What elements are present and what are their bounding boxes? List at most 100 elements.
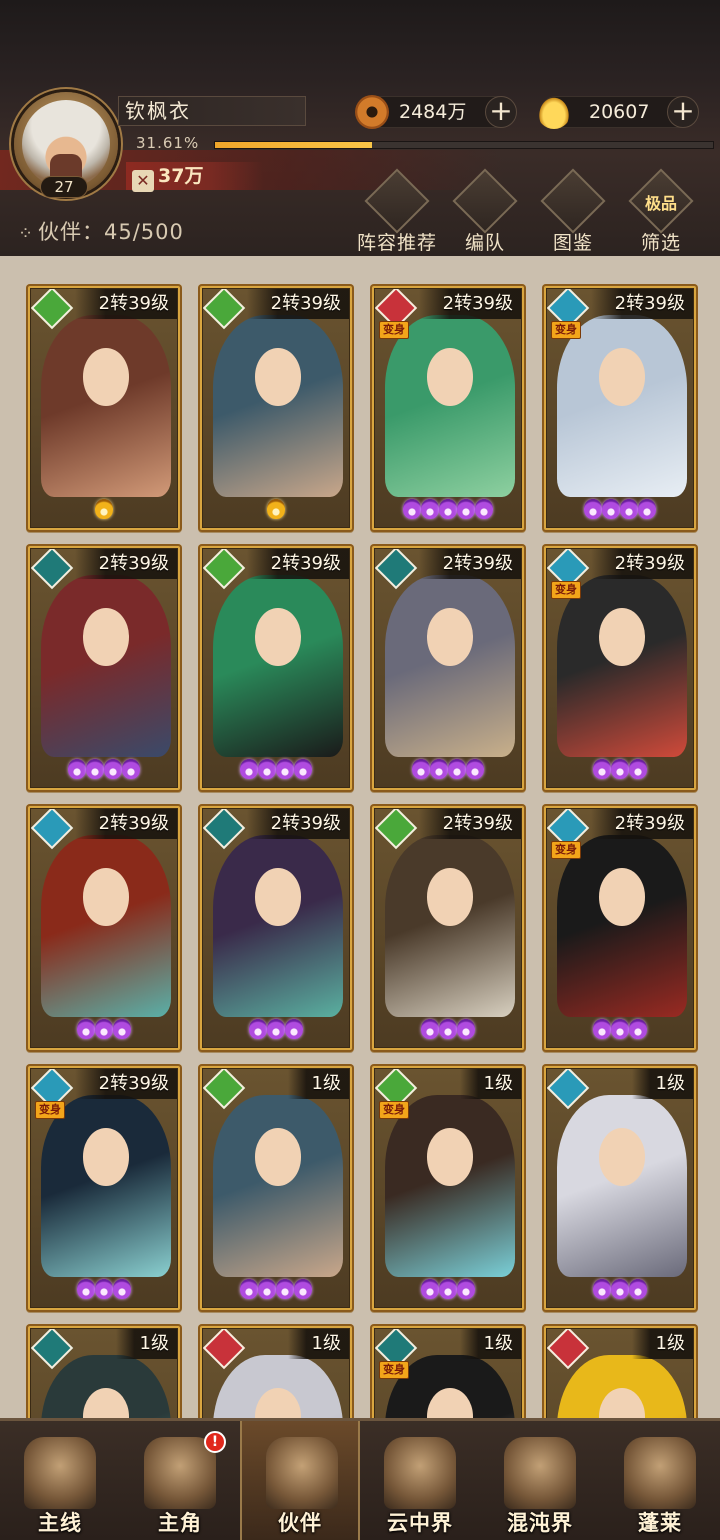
wood-element-icon xyxy=(203,549,246,590)
nav-item-5[interactable]: 蓬莱 xyxy=(600,1421,720,1540)
star-flames xyxy=(203,1019,349,1043)
filter-button[interactable]: 极品 筛选 xyxy=(616,168,706,254)
star-flames xyxy=(31,499,177,523)
nav-item-0[interactable]: 主线 xyxy=(0,1421,120,1540)
flame-star-icon xyxy=(475,499,493,519)
avatar[interactable] xyxy=(22,100,110,188)
partner-card-body: 2转39级 变身 xyxy=(30,1068,178,1308)
partner-card-body: 2转39级 xyxy=(202,808,350,1048)
star-flames xyxy=(31,1279,177,1303)
team-recommend-button[interactable]: 阵容推荐 xyxy=(352,168,442,254)
nav-item-2[interactable]: 伙伴 xyxy=(240,1421,360,1540)
partner-card[interactable]: 2转39级 变身 xyxy=(542,544,698,792)
star-flames xyxy=(31,1019,177,1043)
partner-card[interactable]: 1级 xyxy=(542,1064,698,1312)
partner-card[interactable]: 2转39级 xyxy=(26,804,182,1052)
flame-star-icon xyxy=(104,759,122,779)
partner-grid: 2转39级 2转39级 2转39级 变身 2转39级 变身 2转39级 2转39级 2转39级 2… xyxy=(0,256,720,1418)
wood-element-icon xyxy=(375,809,418,850)
flame-star-icon xyxy=(611,1019,629,1039)
partner-card[interactable]: 2转39级 变身 xyxy=(542,284,698,532)
partner-level: 1级 xyxy=(459,1069,521,1099)
transform-badge: 变身 xyxy=(379,1101,409,1119)
partner-card[interactable]: 2转39级 变身 xyxy=(26,1064,182,1312)
flame-star-icon xyxy=(403,499,421,519)
partner-portrait xyxy=(213,315,343,497)
partner-portrait xyxy=(41,315,171,497)
star-flames xyxy=(375,1279,521,1303)
nav-item-4[interactable]: 混沌界 xyxy=(480,1421,600,1540)
partner-card[interactable]: 2转39级 xyxy=(198,544,354,792)
flame-star-icon xyxy=(430,759,448,779)
formation-flag-icon xyxy=(452,168,518,234)
partner-card[interactable]: 2转39级 xyxy=(370,544,526,792)
partner-card[interactable]: 2转39级 xyxy=(198,804,354,1052)
partner-card-body: 1级变身 xyxy=(374,1068,522,1308)
star-flames xyxy=(375,499,521,523)
partner-card[interactable]: 1级变身 xyxy=(370,1064,526,1312)
partner-count: ⁘ 伙伴：45/500 xyxy=(18,216,184,246)
flame-star-icon xyxy=(421,1279,439,1299)
partner-level: 1级 xyxy=(287,1069,349,1099)
crossed-swords-icon xyxy=(24,1437,96,1509)
partner-card[interactable]: 2转39级 xyxy=(198,284,354,532)
dark-element-icon xyxy=(31,1329,74,1370)
partner-level: 2转39级 xyxy=(74,289,177,319)
partner-portrait xyxy=(557,575,687,757)
cloud-palace-icon xyxy=(384,1437,456,1509)
partner-portrait xyxy=(385,315,515,497)
flame-star-icon xyxy=(421,1019,439,1039)
dark-element-icon xyxy=(375,549,418,590)
flame-star-icon xyxy=(602,499,620,519)
partner-card[interactable]: 1级 xyxy=(198,1064,354,1312)
partner-level: 1级 xyxy=(287,1329,349,1359)
partner-card-body: 1级 变身 xyxy=(374,1328,522,1418)
star-flames xyxy=(547,499,693,523)
partner-level: 2转39级 xyxy=(418,549,521,579)
codex-button[interactable]: 图鉴 xyxy=(528,168,618,254)
nav-label: 云中界 xyxy=(387,1511,453,1535)
partner-card[interactable]: 2转39级 变身 xyxy=(370,284,526,532)
nav-item-3[interactable]: 云中界 xyxy=(360,1421,480,1540)
flame-star-icon xyxy=(457,499,475,519)
flame-star-icon xyxy=(95,499,113,519)
partner-card-body: 1级 xyxy=(30,1328,178,1418)
player-level: 27 xyxy=(40,176,88,198)
partner-portrait xyxy=(41,1355,171,1418)
scroll-icon xyxy=(540,168,606,234)
partner-card[interactable]: 1级 xyxy=(542,1324,698,1418)
partner-portrait xyxy=(557,835,687,1017)
partner-card[interactable]: 2转39级 xyxy=(26,284,182,532)
add-coins-button[interactable]: + xyxy=(485,96,517,128)
exp-percent: 31.61% xyxy=(136,134,200,152)
chaos-pagoda-icon xyxy=(504,1437,576,1509)
partner-portrait xyxy=(41,835,171,1017)
exp-bar-fill xyxy=(215,142,373,148)
partner-card[interactable]: 2转39级 xyxy=(26,544,182,792)
partner-portrait xyxy=(41,1095,171,1277)
player-name: 钦枫衣 xyxy=(118,96,306,126)
flame-star-icon xyxy=(629,759,647,779)
star-flames xyxy=(203,1279,349,1303)
flame-star-icon xyxy=(249,1019,267,1039)
flame-star-icon xyxy=(285,1019,303,1039)
nav-label: 主线 xyxy=(38,1511,82,1535)
water-element-icon xyxy=(31,809,74,850)
flame-star-icon xyxy=(466,759,484,779)
partner-card[interactable]: 2转39级 xyxy=(370,804,526,1052)
nav-item-1[interactable]: 主角! xyxy=(120,1421,240,1540)
partner-card[interactable]: 1级 xyxy=(198,1324,354,1418)
combat-power-value: 37万 xyxy=(158,165,204,187)
flame-star-icon xyxy=(620,499,638,519)
formation-button[interactable]: 编队 xyxy=(440,168,530,254)
partner-portrait xyxy=(557,315,687,497)
partner-card[interactable]: 1级 xyxy=(26,1324,182,1418)
combat-power-icon: ✕ xyxy=(132,170,154,192)
partner-level: 2转39级 xyxy=(246,809,349,839)
add-ingots-button[interactable]: + xyxy=(667,96,699,128)
partner-card[interactable]: 2转39级 变身 xyxy=(542,804,698,1052)
partner-card[interactable]: 1级 变身 xyxy=(370,1324,526,1418)
flame-star-icon xyxy=(258,1279,276,1299)
flame-star-icon xyxy=(276,759,294,779)
ingot-icon xyxy=(537,95,571,129)
